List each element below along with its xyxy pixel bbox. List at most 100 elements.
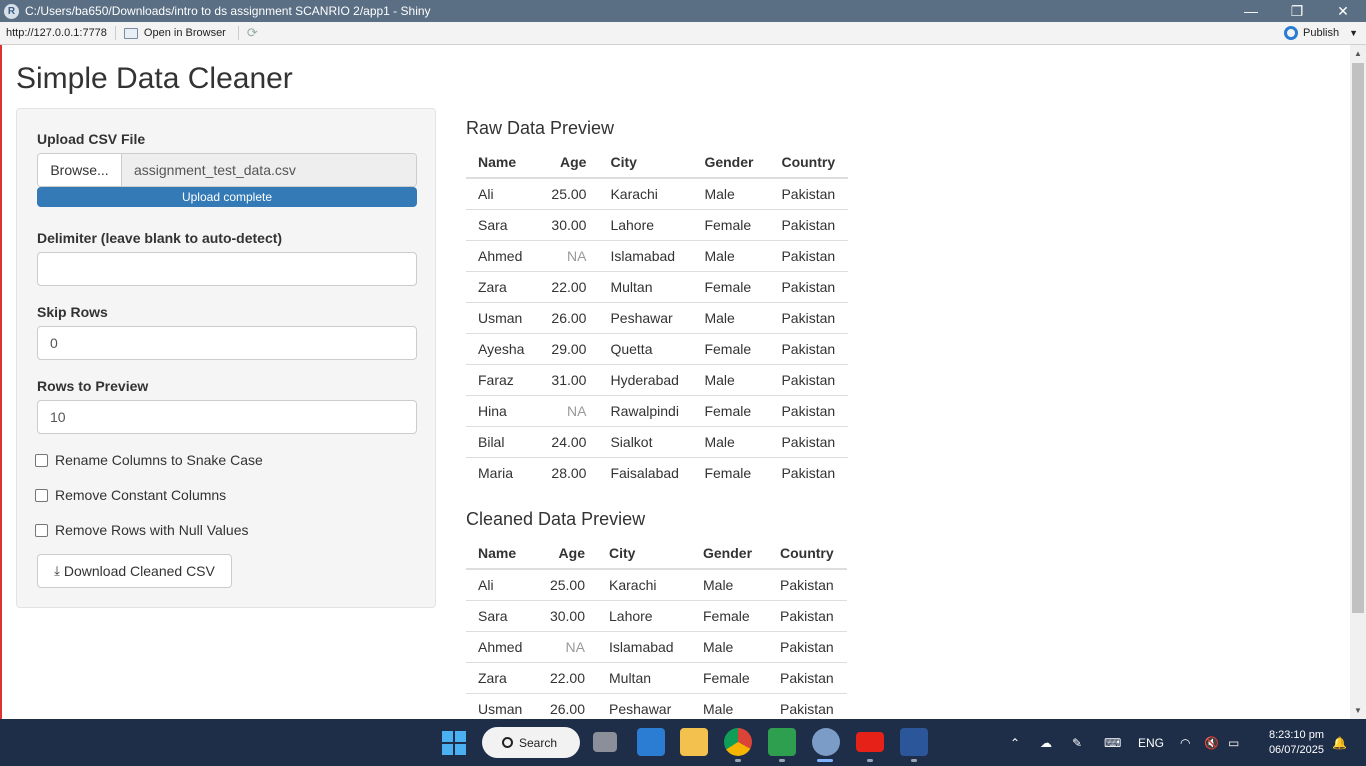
store-icon[interactable] [637, 728, 665, 756]
cleaned-preview-title: Cleaned Data Preview [466, 509, 646, 529]
maximize-button[interactable]: ❐ [1274, 0, 1320, 22]
constant-columns-checkbox-row[interactable]: Remove Constant Columns [35, 487, 226, 503]
cell-age: NA [535, 630, 597, 662]
publish-label: Publish [1303, 27, 1340, 39]
open-in-browser-button[interactable]: Open in Browser [123, 26, 239, 40]
language-indicator[interactable]: ENG [1138, 719, 1164, 766]
r-icon[interactable] [812, 728, 840, 756]
cell-name: Faraz [466, 363, 537, 395]
null-rows-checkbox-row[interactable]: Remove Rows with Null Values [35, 522, 248, 538]
chrome-icon[interactable] [724, 728, 752, 756]
rows-preview-label: Rows to Preview [37, 378, 149, 394]
scroll-down-icon[interactable]: ▼ [1354, 706, 1362, 715]
column-header: City [597, 538, 691, 570]
notification-bell-icon[interactable]: 🔔 [1332, 719, 1347, 766]
cell-gender: Female [692, 394, 770, 426]
cell-country: Pakistan [769, 394, 849, 426]
cell-name: Ayesha [466, 332, 537, 364]
column-header: Country [768, 538, 847, 570]
cell-country: Pakistan [769, 301, 849, 333]
cell-age: 26.00 [536, 301, 599, 333]
running-indicator [867, 759, 873, 762]
keyboard-icon[interactable]: ⌨ [1104, 719, 1121, 766]
cell-country: Pakistan [768, 661, 847, 693]
task-view-icon[interactable] [593, 732, 617, 752]
rows-preview-input[interactable]: 10 [37, 400, 417, 434]
column-header: Gender [691, 538, 768, 570]
cell-name: Ali [466, 568, 535, 600]
viewer-toolbar: http://127.0.0.1:7778 Open in Browser ⟳ … [0, 22, 1366, 45]
cell-city: Multan [598, 270, 693, 302]
cell-city: Sialkot [598, 425, 693, 457]
download-icon: ⤓ [54, 563, 60, 578]
cell-age: 31.00 [536, 363, 599, 395]
battery-icon[interactable]: ▭ [1228, 719, 1239, 766]
table-row: Zara 22.00 Multan Female Pakistan [466, 270, 849, 302]
cell-country: Pakistan [769, 363, 849, 395]
cell-gender: Female [691, 599, 768, 631]
null-rows-checkbox[interactable] [35, 523, 48, 537]
taskbar-search[interactable]: Search [482, 727, 580, 758]
cell-gender: Male [691, 692, 768, 719]
snake-case-checkbox[interactable] [35, 453, 48, 467]
cell-name: Ahmed [466, 630, 535, 662]
cell-country: Pakistan [769, 177, 849, 209]
cell-age: NA [536, 239, 599, 271]
cell-age: 30.00 [535, 599, 597, 631]
vertical-scrollbar[interactable]: ▲ ▼ [1350, 45, 1366, 719]
cell-city: Peshawar [597, 692, 691, 719]
network-share-icon[interactable]: ✎ [1072, 719, 1082, 766]
null-rows-label: Remove Rows with Null Values [55, 522, 249, 538]
word-icon[interactable] [900, 728, 928, 756]
table-row: Ahmed NA Islamabad Male Pakistan [466, 630, 847, 662]
cell-country: Pakistan [769, 239, 849, 271]
cell-name: Sara [466, 599, 535, 631]
onedrive-icon[interactable]: ☁ [1040, 719, 1052, 766]
cell-age: 28.00 [536, 456, 599, 488]
cell-age: 25.00 [535, 568, 597, 600]
cell-city: Lahore [597, 599, 691, 631]
wifi-icon[interactable]: ◠ [1180, 719, 1190, 766]
cell-city: Karachi [598, 177, 693, 209]
cell-city: Islamabad [597, 630, 691, 662]
clock-date: 06/07/2025 [1268, 744, 1324, 756]
taskbar-clock[interactable]: 8:23:10 pm 06/07/2025 [1269, 728, 1324, 758]
file-input[interactable]: Browse... assignment_test_data.csv [37, 153, 417, 187]
folder-icon[interactable] [680, 728, 708, 756]
show-hidden-icons-icon[interactable]: ⌃ [1010, 719, 1020, 766]
browse-button[interactable]: Browse... [38, 154, 122, 186]
close-button[interactable]: ✕ [1320, 0, 1366, 22]
refresh-icon[interactable]: ⟳ [247, 25, 258, 41]
sidebar-panel: Upload CSV File Browse... assignment_tes… [16, 108, 436, 608]
constant-columns-checkbox[interactable] [35, 488, 48, 502]
windows-start-icon[interactable] [442, 731, 466, 755]
cleaned-table-body: Ali 25.00 Karachi Male Pakistan Sara 30.00 Laho… [466, 568, 847, 719]
chevron-down-icon[interactable]: ▼ [1349, 28, 1358, 38]
snake-case-checkbox-row[interactable]: Rename Columns to Snake Case [35, 452, 263, 468]
cell-gender: Female [692, 332, 770, 364]
cell-city: Karachi [597, 568, 691, 600]
cell-gender: Male [692, 363, 770, 395]
cell-country: Pakistan [768, 568, 847, 600]
minimize-button[interactable]: — [1228, 0, 1274, 22]
volume-muted-icon[interactable]: 🔇 [1204, 719, 1219, 766]
search-icon [502, 737, 513, 748]
skip-rows-input[interactable]: 0 [37, 326, 417, 360]
cell-age: 24.00 [536, 425, 599, 457]
url-display[interactable]: http://127.0.0.1:7778 [0, 26, 116, 40]
download-button[interactable]: ⤓ Download Cleaned CSV [37, 554, 232, 588]
scroll-up-icon[interactable]: ▲ [1354, 49, 1362, 58]
cell-age: 22.00 [535, 661, 597, 693]
publish-button[interactable]: Publish ▼ [1284, 26, 1366, 40]
youtube-icon[interactable] [856, 732, 884, 752]
cell-name: Bilal [466, 425, 537, 457]
slides-icon[interactable] [768, 728, 796, 756]
cell-name: Hina [466, 394, 537, 426]
cell-age: 29.00 [536, 332, 599, 364]
delimiter-input[interactable] [37, 252, 417, 286]
scrollbar-thumb[interactable] [1352, 63, 1364, 613]
running-indicator [911, 759, 917, 762]
table-row: Sara 30.00 Lahore Female Pakistan [466, 208, 849, 240]
download-label: Download Cleaned CSV [63, 563, 215, 579]
column-header: Gender [692, 147, 770, 179]
